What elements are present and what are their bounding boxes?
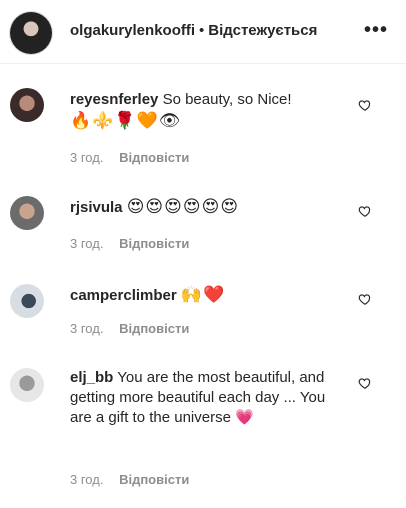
comment-meta: 3 год. Відповісти: [70, 236, 189, 251]
reply-button[interactable]: Відповісти: [119, 236, 189, 251]
comment-username[interactable]: camperclimber: [70, 287, 177, 304]
follow-status-button[interactable]: Відстежується: [208, 22, 317, 39]
reply-button[interactable]: Відповісти: [119, 150, 189, 165]
comment-body: reyesnferley So beauty, so Nice! 🔥⚜️🌹🧡👁: [70, 90, 340, 132]
post-header: olgakurylenkooffi • Відстежується •••: [0, 0, 406, 64]
comment-username[interactable]: rjsivula: [70, 199, 123, 216]
comment-body: rjsivula 😍😍😍😍😍😍: [70, 196, 340, 218]
comment-time[interactable]: 3 год.: [70, 321, 103, 336]
author-username[interactable]: olgakurylenkooffi: [70, 22, 195, 39]
like-heart-icon[interactable]: [358, 98, 372, 112]
comment-meta: 3 год. Відповісти: [70, 321, 189, 336]
comment-body: camperclimber 🙌❤️: [70, 284, 340, 306]
comment-text: 😍😍😍😍😍😍: [126, 197, 240, 216]
like-heart-icon[interactable]: [358, 376, 372, 390]
reply-button[interactable]: Відповісти: [119, 472, 189, 487]
commenter-avatar[interactable]: [10, 368, 44, 402]
comment-emojis: 🔥⚜️🌹🧡👁: [70, 111, 182, 130]
author-avatar[interactable]: [10, 12, 52, 54]
comment-body: elj_bb You are the most beautiful, and g…: [70, 368, 340, 428]
commenter-avatar[interactable]: [10, 284, 44, 318]
comment-time[interactable]: 3 год.: [70, 150, 103, 165]
comment-text: So beauty, so Nice!: [162, 91, 292, 108]
comment-text: 🙌❤️: [180, 285, 226, 304]
like-heart-icon[interactable]: [358, 204, 372, 218]
comment-meta: 3 год. Відповісти: [70, 150, 189, 165]
comment-username[interactable]: reyesnferley: [70, 91, 158, 108]
comment-time[interactable]: 3 год.: [70, 472, 103, 487]
comment-time[interactable]: 3 год.: [70, 236, 103, 251]
reply-button[interactable]: Відповісти: [119, 321, 189, 336]
like-heart-icon[interactable]: [358, 292, 372, 306]
commenter-avatar[interactable]: [10, 88, 44, 122]
more-options-icon[interactable]: •••: [364, 20, 388, 40]
header-text: olgakurylenkooffi • Відстежується: [70, 22, 317, 39]
commenter-avatar[interactable]: [10, 196, 44, 230]
header-separator: •: [199, 22, 205, 39]
comment-meta: 3 год. Відповісти: [70, 472, 189, 487]
comment-username[interactable]: elj_bb: [70, 369, 113, 386]
